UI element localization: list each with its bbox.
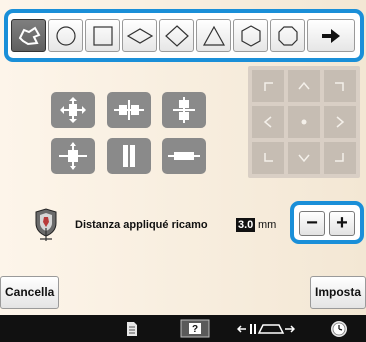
cancel-button[interactable]: Cancella: [0, 276, 60, 309]
clock-icon[interactable]: [328, 319, 350, 338]
freeform-outline-icon: [18, 26, 40, 45]
horizontal-bar-layout-button[interactable]: [162, 138, 206, 174]
applique-distance-value: 3.0: [236, 218, 256, 232]
top-left-corner-icon: [264, 82, 273, 91]
vertical-layout-icon: [173, 97, 195, 123]
right-arrow-icon: [336, 116, 345, 128]
down-arrow-icon: [298, 154, 310, 163]
shape-toolbar: [4, 9, 364, 62]
next-shapes-button[interactable]: [307, 19, 355, 52]
move-down-button[interactable]: [288, 142, 320, 174]
diamond-shape-button[interactable]: [159, 19, 194, 52]
applique-distance-label: Distanza appliqué ricamo: [75, 219, 208, 231]
move-bottom-right-button[interactable]: [324, 142, 356, 174]
applique-shield-icon: [35, 208, 57, 241]
move-bottom-left-button[interactable]: [252, 142, 284, 174]
vertical-bar-layout-icon: [123, 145, 135, 167]
center-layout-icon: [60, 97, 86, 123]
set-button[interactable]: Imposta: [309, 276, 366, 309]
square-outline-icon: [92, 25, 113, 46]
bottom-right-corner-icon: [335, 153, 344, 162]
hexagon-shape-button[interactable]: [233, 19, 268, 52]
triangle-outline-icon: [202, 25, 225, 46]
flat-diamond-outline-icon: [126, 27, 153, 44]
center-layout-button[interactable]: [51, 92, 95, 128]
square-shape-button[interactable]: [85, 19, 120, 52]
circle-outline-icon: [55, 25, 76, 46]
triangle-shape-button[interactable]: [196, 19, 231, 52]
circle-shape-button[interactable]: [48, 19, 83, 52]
octagon-outline-icon: [277, 25, 298, 46]
spread-layout-button[interactable]: [51, 138, 95, 174]
arrow-right-icon: [322, 28, 340, 43]
flat-diamond-shape-button[interactable]: [122, 19, 157, 52]
page-icon[interactable]: [123, 319, 141, 338]
distance-unit: mm: [258, 219, 277, 231]
octagon-shape-button[interactable]: [270, 19, 305, 52]
spread-layout-icon: [59, 142, 87, 170]
freeform-shape-button[interactable]: [11, 19, 46, 52]
move-top-left-button[interactable]: [252, 70, 284, 102]
status-bar: ?: [0, 315, 366, 342]
applique-settings-screen: Distanza appliqué ricamo 3.0 mm − + Canc…: [0, 0, 366, 342]
move-right-button[interactable]: [324, 106, 356, 138]
vertical-layout-button[interactable]: [162, 92, 206, 128]
up-arrow-icon: [298, 81, 310, 90]
top-right-corner-icon: [335, 82, 344, 91]
left-arrow-icon: [263, 116, 272, 128]
horizontal-bar-layout-icon: [168, 152, 200, 160]
center-button[interactable]: [288, 106, 320, 138]
horizontal-layout-button[interactable]: [107, 92, 151, 128]
bottom-left-corner-icon: [264, 153, 273, 162]
position-grid: [248, 66, 360, 178]
increase-distance-button[interactable]: +: [329, 211, 355, 236]
decrease-distance-button[interactable]: −: [299, 211, 325, 236]
thread-tension-icon[interactable]: [236, 319, 296, 338]
center-dot-icon: [301, 119, 307, 125]
vertical-bar-layout-button[interactable]: [107, 138, 151, 174]
help-icon[interactable]: ?: [178, 319, 212, 338]
distance-stepper: − +: [290, 201, 364, 244]
diamond-outline-icon: [164, 24, 189, 47]
move-top-right-button[interactable]: [324, 70, 356, 102]
move-up-button[interactable]: [288, 70, 320, 102]
svg-text:?: ?: [192, 324, 198, 335]
move-left-button[interactable]: [252, 106, 284, 138]
horizontal-layout-icon: [114, 100, 144, 120]
hexagon-outline-icon: [240, 24, 261, 47]
